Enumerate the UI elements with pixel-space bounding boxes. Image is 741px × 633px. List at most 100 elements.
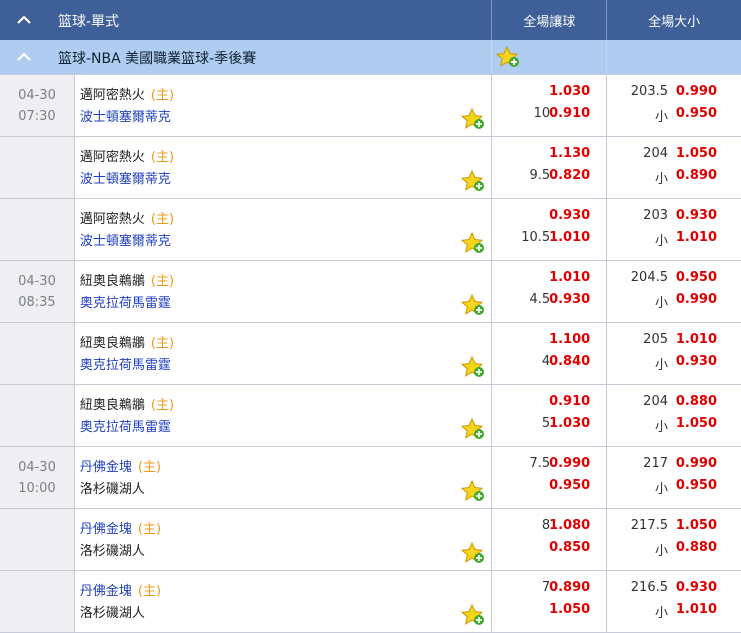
- match-date: 04-30: [18, 88, 56, 103]
- handicap-odds-a[interactable]: 0.930: [549, 208, 590, 223]
- match-clock: 10:00: [18, 481, 56, 496]
- team-away-name: 洛杉磯湖人: [79, 482, 145, 497]
- match-time: 04-30 10:00: [0, 447, 75, 508]
- match-row: 04-30 10:00 丹佛金塊 (主) 洛杉磯湖人 7.5 0.990 0.950 217 0.…: [0, 447, 741, 509]
- home-label: (主): [150, 274, 175, 289]
- star-plus-icon[interactable]: [461, 170, 485, 192]
- star-plus-icon[interactable]: [496, 46, 520, 68]
- match-time: 04-30 08:35: [0, 261, 75, 322]
- match-row: 紐奧良鵜鶘 (主) 奧克拉荷馬雷霆 0.910 5 1.030 204 0.880 小 1.050: [0, 385, 741, 447]
- teams-cell: 丹佛金塊 (主) 洛杉磯湖人: [75, 509, 493, 570]
- total-line-under: 小: [654, 110, 668, 125]
- handicap-odds-a[interactable]: 1.130: [549, 146, 590, 161]
- handicap-cell: 1.130 9.5 0.820: [492, 137, 608, 198]
- handicap-odds-b[interactable]: 0.910: [549, 106, 590, 121]
- sport-title: 篮球-單式: [58, 14, 120, 30]
- odds-panel: 篮球-單式 全場讓球 全場大小 篮球-NBA 美國職業篮球-季後賽 04-30 0…: [0, 0, 741, 633]
- handicap-odds-b[interactable]: 1.050: [549, 602, 590, 617]
- match-time: [0, 137, 75, 198]
- col-handicap-header: 全場讓球: [491, 0, 606, 40]
- star-plus-icon[interactable]: [461, 356, 485, 378]
- teams-cell: 邁阿密熱火 (主) 波士頓塞爾蒂克: [75, 199, 493, 260]
- handicap-odds-a[interactable]: 1.100: [549, 332, 590, 347]
- handicap-odds-a[interactable]: 1.010: [549, 270, 590, 285]
- star-plus-icon[interactable]: [461, 604, 485, 626]
- handicap-odds-a[interactable]: 1.080: [549, 518, 590, 533]
- total-line-under: 小: [654, 482, 668, 497]
- handicap-odds-b[interactable]: 1.030: [549, 416, 590, 431]
- total-odds-under[interactable]: 1.010: [676, 602, 717, 617]
- star-plus-icon[interactable]: [461, 294, 485, 316]
- team-home: 紐奧良鵜鶘 (主): [80, 332, 174, 351]
- total-odds-over[interactable]: 1.010: [676, 332, 717, 347]
- chevron-up-icon[interactable]: [16, 49, 32, 65]
- team-away-name: 奧克拉荷馬雷霆: [79, 296, 171, 311]
- total-line-over: 204.5: [630, 270, 668, 285]
- home-label: (主): [150, 88, 175, 103]
- total-line-under: 小: [654, 234, 668, 249]
- handicap-line-b: 4.5: [529, 292, 551, 307]
- home-label: (主): [137, 460, 162, 475]
- total-line-over: 216.5: [630, 580, 668, 595]
- match-date: 04-30: [18, 274, 56, 289]
- star-plus-icon[interactable]: [461, 418, 485, 440]
- total-odds-over[interactable]: 0.930: [676, 208, 717, 223]
- total-odds-under[interactable]: 0.890: [676, 168, 717, 183]
- total-odds-over[interactable]: 0.880: [676, 394, 717, 409]
- total-odds-under[interactable]: 1.010: [676, 230, 717, 245]
- home-label: (主): [137, 584, 162, 599]
- total-odds-over[interactable]: 0.990: [676, 84, 717, 99]
- team-home-name: 紐奧良鵜鶘: [79, 398, 145, 413]
- handicap-cell: 1.030 10 0.910: [492, 75, 608, 136]
- handicap-odds-a[interactable]: 0.910: [549, 394, 590, 409]
- team-home: 丹佛金塊 (主): [80, 456, 161, 475]
- home-label: (主): [150, 336, 175, 351]
- handicap-odds-b[interactable]: 0.930: [549, 292, 590, 307]
- total-cell: 217.5 1.050 小 0.880: [607, 509, 741, 570]
- match-time: [0, 323, 75, 384]
- total-cell: 203.5 0.990 小 0.950: [607, 75, 741, 136]
- total-odds-over[interactable]: 0.930: [676, 580, 717, 595]
- team-away-name: 波士頓塞爾蒂克: [79, 234, 171, 249]
- total-odds-over[interactable]: 1.050: [676, 146, 717, 161]
- handicap-odds-b[interactable]: 0.820: [549, 168, 590, 183]
- total-line-over: 203: [643, 208, 668, 223]
- team-away-name: 洛杉磯湖人: [79, 544, 145, 559]
- total-odds-under[interactable]: 1.050: [676, 416, 717, 431]
- total-odds-over[interactable]: 0.950: [676, 270, 717, 285]
- handicap-odds-b[interactable]: 0.950: [549, 478, 590, 493]
- total-odds-under[interactable]: 0.880: [676, 540, 717, 555]
- star-plus-icon[interactable]: [461, 108, 485, 130]
- league-row[interactable]: 篮球-NBA 美國職業篮球-季後賽: [0, 40, 741, 75]
- handicap-odds-b[interactable]: 1.010: [549, 230, 590, 245]
- team-home-name: 邁阿密熱火: [79, 88, 145, 103]
- handicap-odds-b[interactable]: 0.850: [549, 540, 590, 555]
- star-plus-icon[interactable]: [461, 542, 485, 564]
- match-list: 04-30 07:30 邁阿密熱火 (主) 波士頓塞爾蒂克 1.030 10 0.910 203…: [0, 75, 741, 633]
- total-line-over: 203.5: [630, 84, 668, 99]
- star-plus-icon[interactable]: [461, 232, 485, 254]
- handicap-odds-b[interactable]: 0.840: [549, 354, 590, 369]
- match-row: 04-30 08:35 紐奧良鵜鶘 (主) 奧克拉荷馬雷霆 1.010 4.5 0.930 20…: [0, 261, 741, 323]
- team-home: 紐奧良鵜鶘 (主): [80, 394, 174, 413]
- match-row: 邁阿密熱火 (主) 波士頓塞爾蒂克 1.130 9.5 0.820 204 1.050 小 0.8…: [0, 137, 741, 199]
- team-home: 邁阿密熱火 (主): [80, 84, 174, 103]
- total-line-under: 小: [654, 172, 668, 187]
- star-plus-icon[interactable]: [461, 480, 485, 502]
- total-odds-under[interactable]: 0.950: [676, 478, 717, 493]
- team-home-name: 邁阿密熱火: [79, 212, 145, 227]
- sport-header[interactable]: 篮球-單式: [0, 0, 491, 40]
- total-odds-under[interactable]: 0.990: [676, 292, 717, 307]
- total-odds-over[interactable]: 1.050: [676, 518, 717, 533]
- total-odds-under[interactable]: 0.930: [676, 354, 717, 369]
- handicap-odds-a[interactable]: 1.030: [549, 84, 590, 99]
- chevron-up-icon[interactable]: [16, 12, 32, 28]
- teams-cell: 丹佛金塊 (主) 洛杉磯湖人: [75, 571, 493, 632]
- total-odds-over[interactable]: 0.990: [676, 456, 717, 471]
- total-line-over: 217.5: [630, 518, 668, 533]
- match-time: [0, 385, 75, 446]
- total-cell: 204 1.050 小 0.890: [607, 137, 741, 198]
- handicap-odds-a[interactable]: 0.990: [549, 456, 590, 471]
- total-odds-under[interactable]: 0.950: [676, 106, 717, 121]
- handicap-odds-a[interactable]: 0.890: [549, 580, 590, 595]
